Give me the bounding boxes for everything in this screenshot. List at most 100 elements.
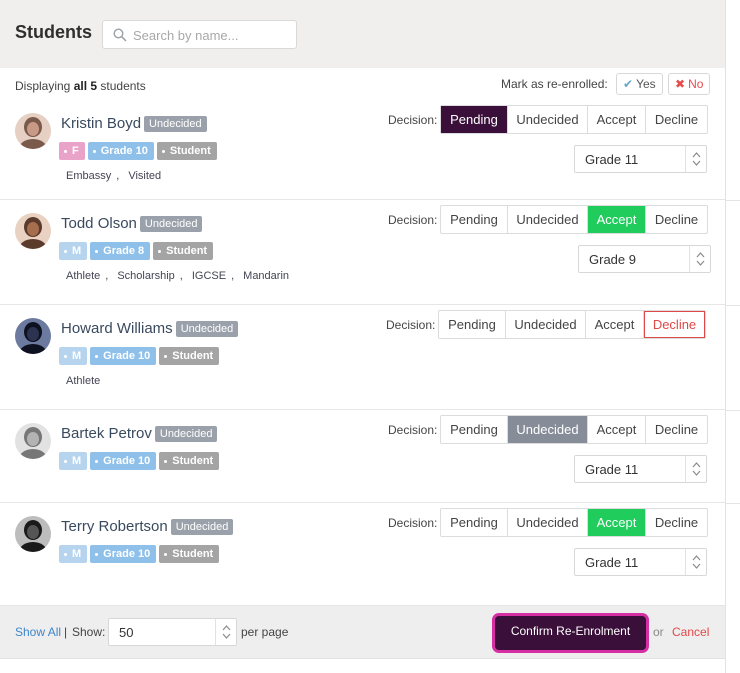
decision-option-accept[interactable]: Accept: [586, 311, 644, 338]
decision-label: Decision:: [388, 213, 438, 227]
student-name[interactable]: Howard Williams: [61, 320, 173, 337]
decision-selector: Pending Undecided Accept Decline: [440, 415, 708, 444]
mark-no-button[interactable]: ✖ No: [668, 73, 711, 95]
decision-option-pending[interactable]: Pending: [441, 416, 508, 443]
student-tags: M Grade 10 Student: [59, 347, 220, 365]
per-page-spinner[interactable]: [215, 619, 236, 645]
check-icon: ✔: [623, 77, 634, 91]
summary-prefix: Displaying: [15, 79, 71, 93]
category-separator: ,: [231, 270, 235, 282]
student-name-line: Kristin Boyd Undecided: [61, 115, 207, 132]
decision-label: Decision:: [386, 318, 436, 332]
next-grade-spinner[interactable]: [685, 146, 706, 172]
category-label: Embassy: [66, 170, 112, 182]
confirm-reenrolment-button[interactable]: Confirm Re-Enrolment: [495, 616, 646, 650]
category-label: IGCSE: [191, 270, 227, 282]
summary-suffix: students: [100, 79, 146, 93]
decision-selector: Pending Undecided Accept Decline: [440, 205, 708, 234]
per-page-stepper[interactable]: 50: [108, 618, 237, 646]
next-grade-select[interactable]: Grade 9: [578, 245, 711, 273]
cancel-link[interactable]: Cancel: [672, 625, 709, 639]
show-all-link[interactable]: Show All: [15, 625, 61, 639]
decision-option-accept[interactable]: Accept: [588, 416, 646, 443]
panel-header: Students: [0, 0, 725, 68]
role-tag: Student: [159, 347, 220, 365]
student-row: Bartek Petrov Undecided M Grade 10 Student De…: [0, 410, 725, 503]
next-grade-value: Grade 9: [589, 252, 636, 267]
per-page-label: per page: [241, 625, 289, 639]
decision-selector: Pending Undecided Accept Decline: [440, 508, 708, 537]
role-tag: Student: [153, 242, 214, 260]
student-avatar: [15, 213, 51, 249]
right-edge: [725, 0, 740, 673]
next-grade-select[interactable]: Grade 11: [574, 455, 707, 483]
grade-tag: Grade 10: [87, 142, 154, 160]
student-tags: M Grade 10 Student: [59, 545, 220, 563]
next-grade-spinner[interactable]: [685, 456, 706, 482]
decision-option-pending[interactable]: Pending: [441, 106, 508, 133]
next-grade-spinner[interactable]: [685, 549, 706, 575]
per-page-value: 50: [119, 625, 134, 640]
gender-tag: M: [59, 242, 88, 260]
decision-option-decline[interactable]: Decline: [646, 509, 707, 536]
cross-icon: ✖: [675, 77, 686, 91]
category-label: Scholarship: [117, 270, 175, 282]
student-name-line: Bartek Petrov Undecided: [61, 425, 218, 442]
decision-option-decline[interactable]: Decline: [644, 311, 705, 338]
decision-option-undecided[interactable]: Undecided: [508, 509, 588, 536]
display-summary: Displaying all 5 students: [15, 79, 146, 93]
student-avatar: [15, 516, 51, 552]
up-down-arrows-icon: [692, 462, 701, 476]
decision-option-undecided[interactable]: Undecided: [508, 206, 588, 233]
gender-tag: M: [59, 545, 88, 563]
decision-option-accept[interactable]: Accept: [588, 206, 646, 233]
category-label: Mandarin: [243, 270, 290, 282]
mark-yes-button[interactable]: ✔ Yes: [616, 73, 663, 95]
next-grade-select[interactable]: Grade 11: [574, 548, 707, 576]
decision-option-decline[interactable]: Decline: [646, 106, 707, 133]
mark-yes-label: Yes: [636, 77, 656, 91]
student-name-line: Todd Olson Undecided: [61, 215, 203, 232]
student-name[interactable]: Bartek Petrov: [61, 425, 152, 442]
status-badge: Undecided: [175, 321, 239, 337]
search-box[interactable]: [102, 20, 297, 49]
role-tag: Student: [159, 545, 220, 563]
search-input[interactable]: [133, 25, 288, 45]
next-grade-select[interactable]: Grade 11: [574, 145, 707, 173]
decision-option-undecided[interactable]: Undecided: [506, 311, 586, 338]
student-name[interactable]: Kristin Boyd: [61, 115, 141, 132]
gender-tag: M: [59, 347, 88, 365]
student-avatar: [15, 423, 51, 459]
student-categories: Athlete: [66, 375, 105, 387]
decision-label: Decision:: [388, 516, 438, 530]
decision-option-pending[interactable]: Pending: [441, 206, 508, 233]
decision-option-pending[interactable]: Pending: [439, 311, 506, 338]
decision-option-decline[interactable]: Decline: [646, 206, 707, 233]
student-avatar: [15, 318, 51, 354]
footer-separator: |: [64, 625, 68, 639]
category-separator: ,: [179, 270, 183, 282]
re-enrolment-panel: Students Displaying all 5 students Mark …: [0, 0, 725, 673]
student-name[interactable]: Todd Olson: [61, 215, 137, 232]
decision-option-undecided[interactable]: Undecided: [508, 416, 588, 443]
mark-no-label: No: [688, 77, 704, 91]
student-categories: Embassy, Visited: [66, 170, 166, 182]
decision-option-undecided[interactable]: Undecided: [508, 106, 588, 133]
student-tags: M Grade 8 Student: [59, 242, 214, 260]
next-grade-value: Grade 11: [585, 555, 639, 570]
student-categories: Athlete, Scholarship, IGCSE, Mandarin: [66, 270, 294, 282]
next-grade-value: Grade 11: [585, 462, 639, 477]
decision-option-pending[interactable]: Pending: [441, 509, 508, 536]
up-down-arrows-icon: [692, 555, 701, 569]
student-name[interactable]: Terry Robertson: [61, 518, 168, 535]
role-tag: Student: [156, 142, 217, 160]
status-badge: Undecided: [154, 426, 218, 442]
decision-option-accept[interactable]: Accept: [588, 106, 646, 133]
next-grade-spinner[interactable]: [689, 246, 710, 272]
decision-option-accept[interactable]: Accept: [588, 509, 646, 536]
decision-selector: Pending Undecided Accept Decline: [440, 105, 708, 134]
decision-option-decline[interactable]: Decline: [646, 416, 707, 443]
student-row: Todd Olson Undecided M Grade 8 Student Athlet…: [0, 200, 725, 305]
grade-tag: Grade 10: [90, 452, 157, 470]
show-label: Show:: [72, 625, 106, 639]
